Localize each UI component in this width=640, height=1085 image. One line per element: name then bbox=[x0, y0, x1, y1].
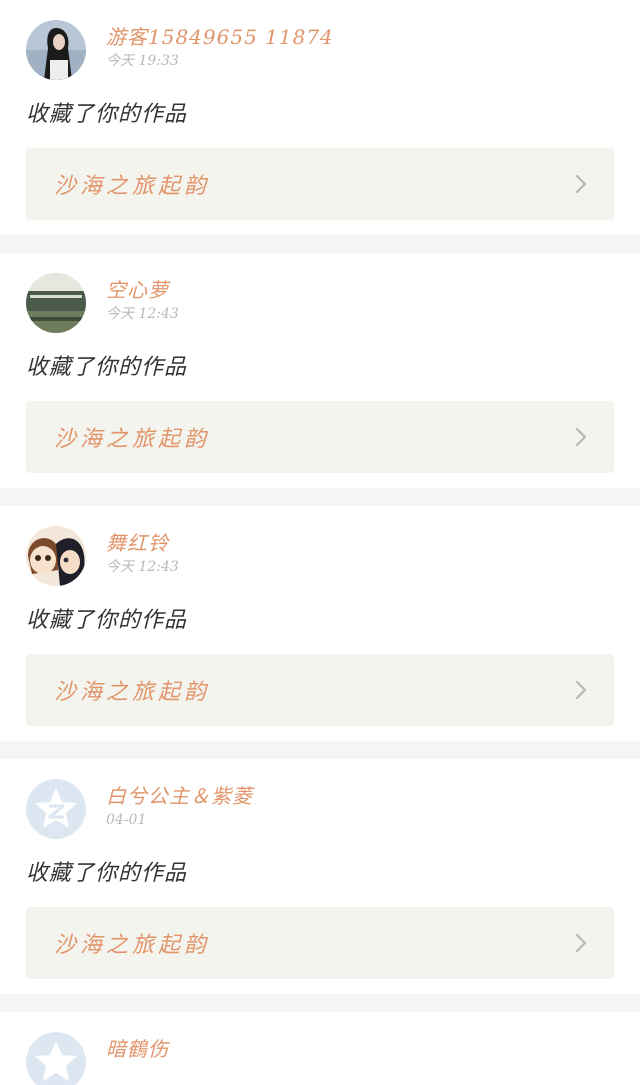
avatar[interactable] bbox=[26, 1032, 86, 1085]
timestamp: 今天 12:43 bbox=[106, 559, 179, 575]
notification-header: 暗鶴伤 bbox=[26, 1032, 614, 1085]
avatar-default-star-icon bbox=[26, 1032, 86, 1085]
notification-item: 游客15849655 11874 今天 19:33 收藏了你的作品 沙海之旅起韵 bbox=[0, 0, 640, 235]
chevron-right-icon bbox=[575, 680, 587, 700]
work-title: 沙海之旅起韵 bbox=[54, 427, 211, 452]
notification-header: 游客15849655 11874 今天 19:33 bbox=[26, 20, 614, 82]
notification-item: 舞红铃 今天 12:43 收藏了你的作品 沙海之旅起韵 bbox=[0, 506, 640, 741]
action-text: 收藏了你的作品 bbox=[26, 861, 188, 886]
avatar[interactable] bbox=[26, 273, 86, 333]
work-link[interactable]: 沙海之旅起韵 bbox=[26, 148, 614, 220]
timestamp: 04-01 bbox=[106, 812, 147, 828]
work-link[interactable]: 沙海之旅起韵 bbox=[26, 401, 614, 473]
username[interactable]: 空心萝 bbox=[106, 277, 179, 303]
username[interactable]: 舞红铃 bbox=[106, 530, 179, 556]
avatar-default-star-icon bbox=[26, 779, 86, 839]
notification-header: 舞红铃 今天 12:43 bbox=[26, 526, 614, 588]
avatar[interactable] bbox=[26, 20, 86, 80]
username[interactable]: 白兮公主＆紫菱 bbox=[106, 783, 253, 809]
notification-feed: 游客15849655 11874 今天 19:33 收藏了你的作品 沙海之旅起韵 bbox=[0, 0, 640, 1085]
username[interactable]: 游客15849655 11874 bbox=[106, 24, 334, 50]
chevron-right-icon bbox=[575, 174, 587, 194]
notification-header: 空心萝 今天 12:43 bbox=[26, 273, 614, 335]
chevron-right-icon bbox=[575, 427, 587, 447]
action-text: 收藏了你的作品 bbox=[26, 608, 188, 633]
action-text: 收藏了你的作品 bbox=[26, 102, 188, 127]
work-title: 沙海之旅起韵 bbox=[54, 174, 211, 199]
username[interactable]: 暗鶴伤 bbox=[106, 1036, 169, 1062]
avatar-anime-girls-icon bbox=[26, 526, 86, 586]
avatar[interactable] bbox=[26, 526, 86, 586]
timestamp: 今天 12:43 bbox=[106, 306, 179, 322]
work-title: 沙海之旅起韵 bbox=[54, 933, 211, 958]
notification-item: 空心萝 今天 12:43 收藏了你的作品 沙海之旅起韵 bbox=[0, 253, 640, 488]
notification-item: 暗鶴伤 bbox=[0, 1012, 640, 1085]
timestamp: 今天 19:33 bbox=[106, 53, 179, 69]
action-text: 收藏了你的作品 bbox=[26, 355, 188, 380]
notification-item: 白兮公主＆紫菱 04-01 收藏了你的作品 沙海之旅起韵 bbox=[0, 759, 640, 994]
avatar-photo-building-icon bbox=[26, 273, 86, 333]
avatar[interactable] bbox=[26, 779, 86, 839]
chevron-right-icon bbox=[575, 933, 587, 953]
work-title: 沙海之旅起韵 bbox=[54, 680, 211, 705]
notification-header: 白兮公主＆紫菱 04-01 bbox=[26, 779, 614, 841]
work-link[interactable]: 沙海之旅起韵 bbox=[26, 907, 614, 979]
work-link[interactable]: 沙海之旅起韵 bbox=[26, 654, 614, 726]
avatar-photo-girl-icon bbox=[26, 20, 86, 80]
